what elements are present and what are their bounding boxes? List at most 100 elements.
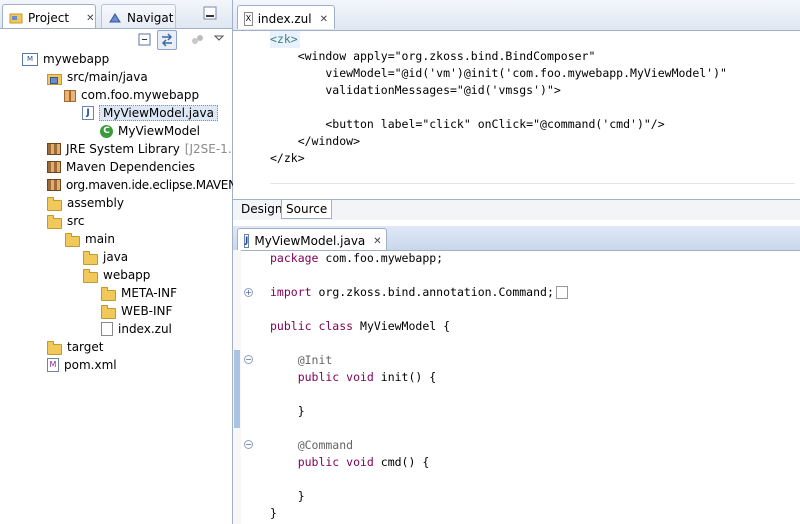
folder-icon: [47, 340, 62, 355]
tree-label: index.zul: [118, 322, 172, 336]
folder-icon: [83, 250, 98, 265]
code-text: }: [270, 489, 305, 503]
tab-design[interactable]: Design: [237, 200, 286, 219]
tree-node-mywebapp[interactable]: M mywebapp: [22, 50, 109, 68]
collapse-all-button[interactable]: [137, 32, 153, 48]
tab-index-zul[interactable]: X index.zul ✕: [237, 5, 335, 29]
tree-label: src/main/java: [67, 70, 148, 84]
code-text: com.foo.mywebapp;: [318, 251, 444, 265]
tree-node-webapp[interactable]: webapp: [83, 266, 150, 284]
tree-label: Maven Dependencies: [66, 160, 196, 174]
code-line: <button label="click" onClick="@command(…: [270, 117, 665, 131]
project-explorer-icon: [9, 12, 23, 24]
folding-column: + − −: [241, 250, 259, 524]
code-line: viewModel="@id('vm')@init('com.foo.myweb…: [270, 66, 727, 80]
close-icon[interactable]: ✕: [373, 236, 381, 247]
tree-node-maven2-container[interactable]: org.maven.ide.eclipse.MAVEN2: [47, 176, 244, 194]
collapse-fold-icon[interactable]: −: [244, 355, 253, 364]
horizontal-scrollbar[interactable]: [270, 183, 795, 196]
folded-import-marker[interactable]: [555, 286, 568, 299]
tab-label: index.zul: [257, 12, 312, 26]
java-editor-tabbar: J MyViewModel.java ✕: [233, 226, 800, 251]
folder-icon: [47, 214, 62, 229]
xml-file-icon: M: [47, 358, 59, 372]
folder-icon: [65, 232, 80, 247]
explorer-toolbar: [0, 29, 232, 51]
tab-source[interactable]: Source: [281, 200, 333, 219]
project-explorer: Project ✕ Navigat M mywebapp src/main/ja…: [0, 0, 244, 524]
folder-icon: [83, 268, 98, 283]
code-text: MyViewModel {: [353, 319, 451, 333]
tree-node-src-main-java[interactable]: src/main/java: [47, 68, 148, 86]
code-line: validationMessages="@id('vmsgs')">: [270, 83, 561, 97]
code-keyword: public void: [270, 370, 374, 384]
code-line: </zk>: [270, 151, 305, 165]
tree-node-index-zul[interactable]: index.zul: [101, 320, 172, 338]
close-icon[interactable]: ✕: [86, 13, 94, 24]
tree-node-myviewmodel-java[interactable]: J MyViewModel.java: [82, 104, 218, 122]
tree-label: src: [67, 214, 85, 228]
tree-node-meta-inf[interactable]: META-INF: [101, 284, 177, 302]
code-keyword: public void: [270, 455, 374, 469]
java-editor: J MyViewModel.java ✕ + − − package com.f…: [233, 226, 800, 524]
tree-node-web-inf[interactable]: WEB-INF: [101, 302, 172, 320]
library-icon: [47, 179, 61, 191]
tab-label: MyViewModel.java: [254, 234, 366, 248]
java-code-area[interactable]: package com.foo.mywebapp; import org.zko…: [270, 250, 795, 524]
package-icon: [64, 90, 76, 102]
code-keyword: import: [270, 285, 312, 299]
code-text: init() {: [373, 370, 437, 384]
chevron-down-icon[interactable]: [213, 32, 229, 48]
tree-node-package[interactable]: com.foo.mywebapp: [64, 86, 199, 104]
tree-node-assembly[interactable]: assembly: [47, 194, 124, 212]
tree-node-pom-xml[interactable]: M pom.xml: [47, 356, 117, 374]
zul-code-area[interactable]: <zk> <window apply="org.zkoss.bind.BindC…: [270, 31, 795, 181]
code-text: cmd() {: [373, 455, 430, 469]
view-menu-button[interactable]: [190, 32, 206, 48]
tree-label: target: [67, 340, 104, 354]
code-keyword: package: [270, 251, 319, 265]
class-icon: C: [100, 124, 113, 138]
library-icon: [47, 161, 61, 173]
close-icon[interactable]: ✕: [320, 14, 328, 25]
tree-label: webapp: [103, 268, 151, 282]
tree-label: pom.xml: [64, 358, 117, 372]
java-file-icon: J: [82, 106, 94, 120]
code-text: }: [270, 404, 305, 418]
java-file-icon: J: [244, 234, 250, 248]
tree-node-myviewmodel-class[interactable]: C MyViewModel: [100, 122, 200, 140]
collapse-fold-icon[interactable]: −: [244, 440, 253, 449]
tree-node-java[interactable]: java: [83, 248, 128, 266]
minimize-button[interactable]: [203, 6, 219, 22]
code-annotation: @Command: [270, 438, 354, 452]
code-text: }: [270, 506, 277, 520]
source-folder-icon: [47, 73, 62, 85]
link-with-editor-button[interactable]: [157, 30, 177, 50]
code-annotation: @Init: [270, 353, 333, 367]
expand-fold-icon[interactable]: +: [244, 288, 253, 297]
code-line: </window>: [270, 134, 361, 148]
tree-label: assembly: [67, 196, 124, 210]
tree-node-src[interactable]: src: [47, 212, 85, 230]
tree-label: WEB-INF: [121, 304, 173, 318]
tab-navigator-label: Navigat: [127, 11, 174, 25]
overview-ruler: [233, 250, 241, 524]
tab-project-label: Project: [28, 11, 70, 25]
tab-project[interactable]: Project ✕: [2, 4, 96, 28]
folder-icon: [101, 286, 116, 301]
tree-node-maven-dependencies[interactable]: Maven Dependencies: [47, 158, 195, 176]
zul-editor: X index.zul ✕ <zk> <window apply="org.zk…: [233, 0, 800, 226]
tree-node-main[interactable]: main: [65, 230, 115, 248]
tree-label: MyViewModel.java: [99, 105, 218, 121]
tree-label: org.maven.ide.eclipse.MAVEN2: [66, 178, 245, 192]
tree-node-jre[interactable]: JRE System Library [J2SE-1.5]: [47, 140, 244, 158]
tree-node-target[interactable]: target: [47, 338, 104, 356]
tab-navigator[interactable]: Navigat: [101, 4, 176, 28]
folder-icon: [47, 196, 62, 211]
tab-myviewmodel-java[interactable]: J MyViewModel.java ✕: [237, 228, 387, 250]
tree-label: com.foo.mywebapp: [81, 88, 200, 102]
code-line: <window apply="org.zkoss.bind.BindCompos…: [270, 49, 596, 63]
code-keyword: public class: [270, 319, 354, 333]
tree-label: JRE System Library: [66, 142, 180, 156]
tree-label: MyViewModel: [118, 124, 200, 138]
